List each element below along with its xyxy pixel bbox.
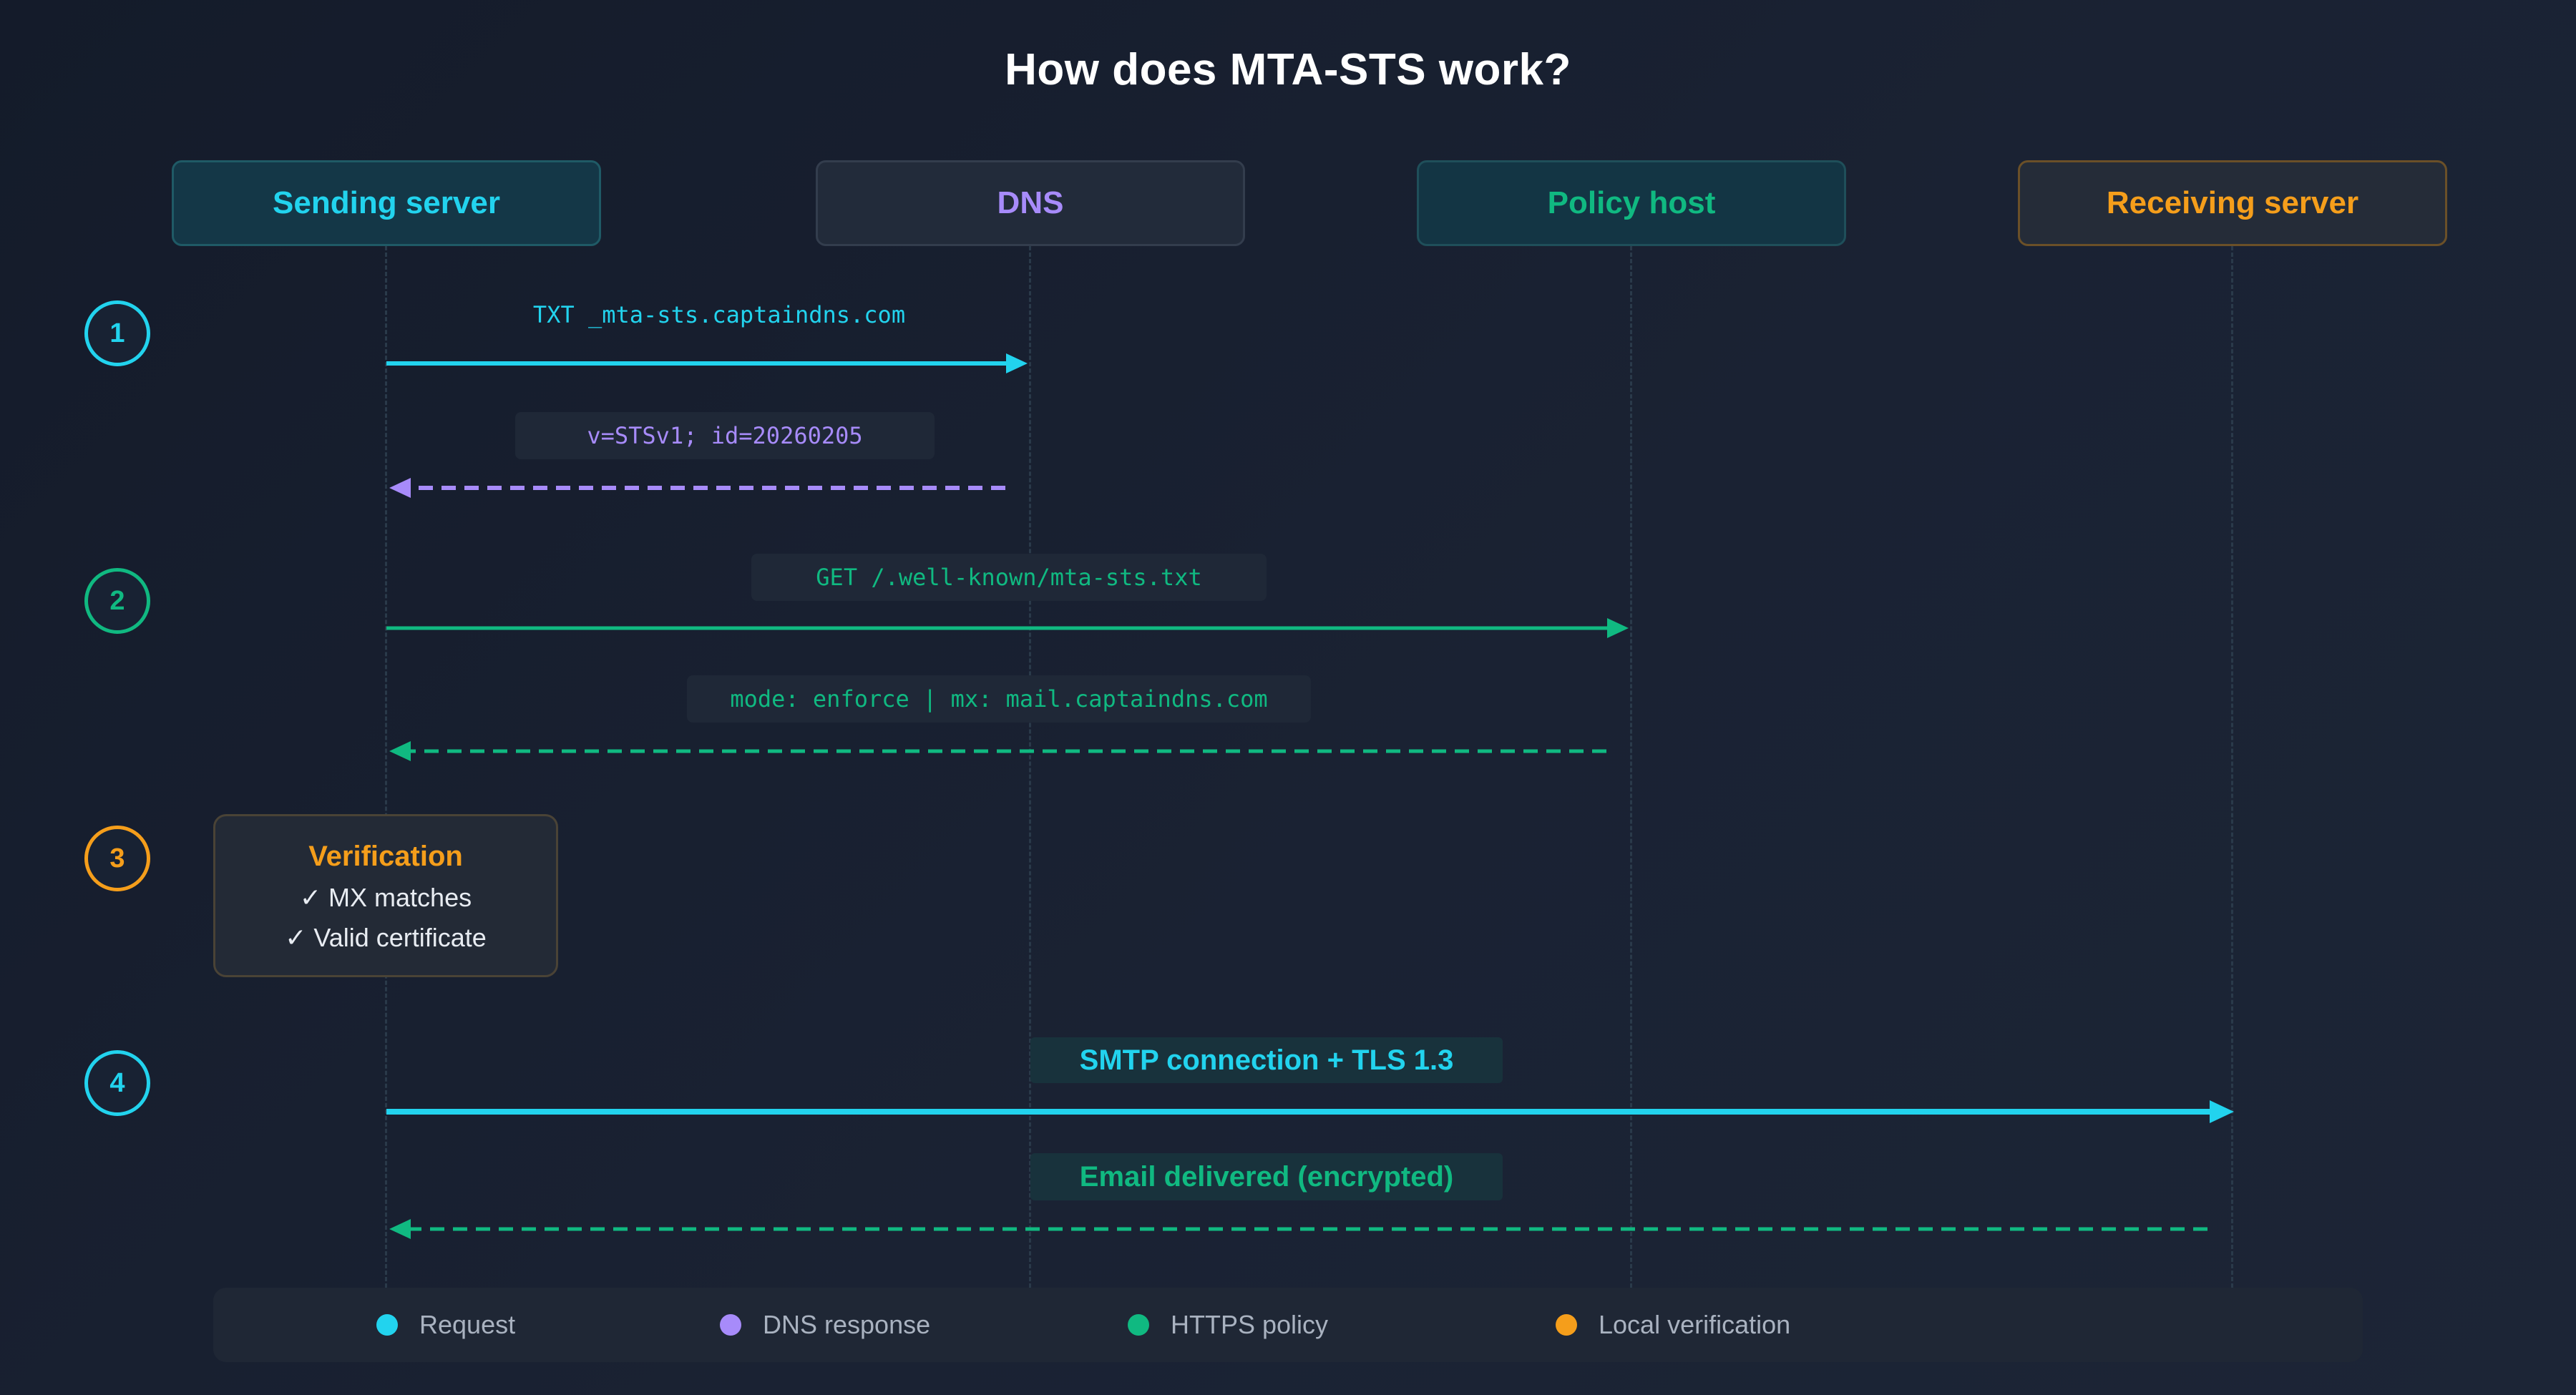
legend-label-https-policy: HTTPS policy	[1171, 1310, 1329, 1339]
verification-item-certificate: ✓ Valid certificate	[285, 923, 487, 952]
arrowhead-txt-query	[1006, 353, 1028, 373]
legend-item-dns-response: DNS response	[720, 1288, 930, 1362]
legend-label-request: Request	[419, 1310, 516, 1339]
verification-item-mx: ✓ MX matches	[299, 883, 472, 912]
msg-smtp: SMTP connection + TLS 1.3	[1030, 1037, 1503, 1083]
msg-policy-response: mode: enforce | mx: mail.captaindns.com	[687, 675, 1311, 723]
verification-title: Verification	[308, 841, 463, 872]
msg-txt-response: v=STSv1; id=20260205	[515, 412, 935, 459]
legend-dot-dns-response	[720, 1314, 741, 1336]
msg-txt-query: TXT _mta-sts.captaindns.com	[532, 301, 906, 328]
legend-dot-https-policy	[1128, 1314, 1149, 1336]
arrowhead-policy-response	[389, 741, 411, 761]
legend-item-request: Request	[376, 1288, 515, 1362]
arrowhead-txt-response	[389, 478, 411, 498]
msg-delivered: Email delivered (encrypted)	[1030, 1153, 1503, 1200]
arrowhead-delivered	[389, 1219, 411, 1239]
legend-label-dns-response: DNS response	[763, 1310, 931, 1339]
legend-label-local-verification: Local verification	[1599, 1310, 1791, 1339]
legend-item-local-verification: Local verification	[1556, 1288, 1790, 1362]
msg-https-get: GET /.well-known/mta-sts.txt	[751, 554, 1267, 601]
legend-dot-request	[376, 1314, 398, 1336]
legend-dot-local-verification	[1556, 1314, 1577, 1336]
verification-box: Verification ✓ MX matches ✓ Valid certif…	[213, 814, 558, 977]
arrowhead-smtp	[2210, 1100, 2234, 1123]
legend: Request DNS response HTTPS policy Local …	[213, 1288, 2363, 1362]
arrowhead-https-get	[1607, 618, 1629, 638]
legend-item-https-policy: HTTPS policy	[1128, 1288, 1328, 1362]
